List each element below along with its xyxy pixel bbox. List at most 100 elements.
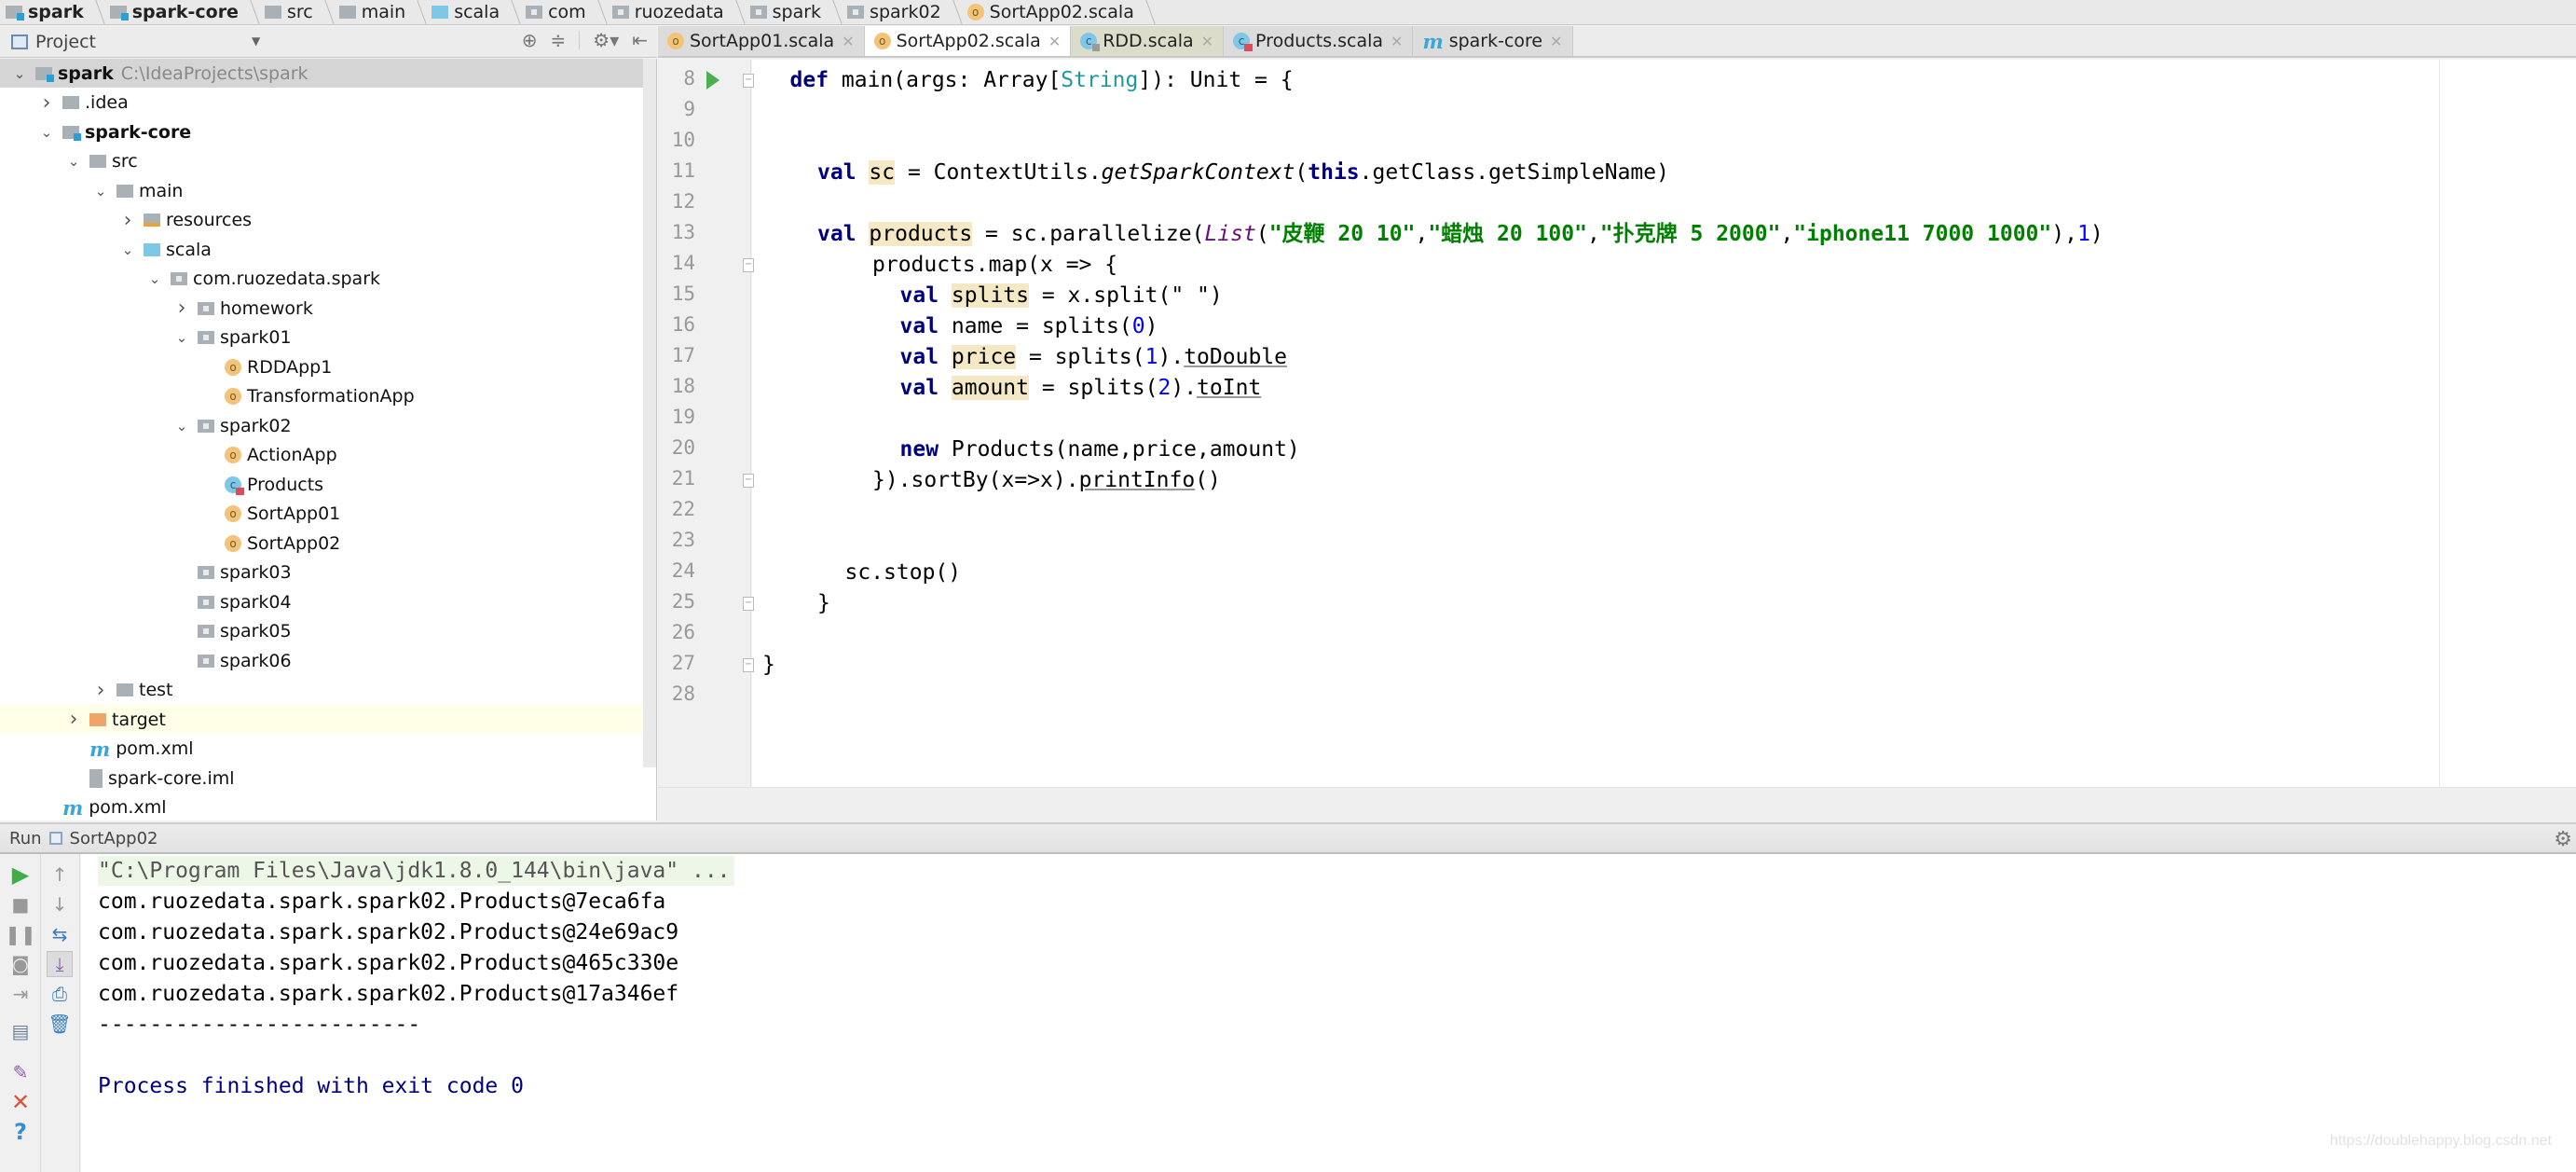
chevron-right-icon[interactable]: › xyxy=(36,91,57,115)
tree-item[interactable]: o SortApp02 xyxy=(0,529,643,558)
close-icon[interactable]: ✕ xyxy=(7,1089,34,1115)
tree-item[interactable]: › test xyxy=(0,676,643,705)
settings-icon[interactable]: ⚙▾ xyxy=(593,29,619,51)
fold-close-icon[interactable]: − xyxy=(743,597,754,611)
trash-icon[interactable]: 🗑 xyxy=(47,1011,73,1037)
tree-item[interactable]: o ActionApp xyxy=(0,441,643,470)
run-config-tab[interactable]: SortApp02 xyxy=(48,829,158,848)
tree-item[interactable]: o TransformationApp xyxy=(0,382,643,411)
fold-open-icon[interactable]: − xyxy=(743,74,754,88)
tree-item[interactable]: ⌄ spark C:\IdeaProjects\spark xyxy=(0,59,643,88)
code-token: products.map(x => { xyxy=(872,253,1118,277)
fold-open-icon[interactable]: − xyxy=(743,258,754,272)
breadcrumb-item[interactable]: com xyxy=(520,0,607,24)
tree-item[interactable]: › target xyxy=(0,705,643,734)
tree-item-label: target xyxy=(112,709,166,730)
chevron-down-icon[interactable]: ▼ xyxy=(252,34,260,48)
fold-close-icon[interactable]: − xyxy=(743,474,754,488)
locate-icon[interactable]: ⊕ xyxy=(522,29,538,51)
pin-icon[interactable]: ✎ xyxy=(7,1059,34,1085)
breadcrumb-item[interactable]: spark02 xyxy=(842,0,962,24)
tree-item[interactable]: spark03 xyxy=(0,558,643,587)
scroll-up-icon[interactable]: ↑ xyxy=(47,862,73,888)
run-config-icon xyxy=(48,832,62,845)
tree-item[interactable]: c Products xyxy=(0,470,643,499)
breadcrumb-item[interactable]: o SortApp02.scala xyxy=(962,0,1155,24)
package-icon xyxy=(198,566,214,579)
tree-item[interactable]: ⌄ spark02 xyxy=(0,411,643,440)
tree-item[interactable]: spark06 xyxy=(0,646,643,675)
breadcrumb-label: ruozedata xyxy=(634,2,724,22)
collapse-all-icon[interactable]: ≑ xyxy=(551,29,567,51)
dump-threads-icon[interactable]: ◙ xyxy=(7,951,34,977)
tree-item[interactable]: ⌄ main xyxy=(0,176,643,205)
project-view-selector[interactable]: Project xyxy=(35,32,96,52)
scala-object-icon: o xyxy=(667,33,684,49)
editor-tab[interactable]: o SortApp01.scala ✕ xyxy=(658,26,865,56)
chevron-down-icon[interactable]: ⌄ xyxy=(9,65,30,82)
hide-panel-icon[interactable]: ⇤ xyxy=(632,29,648,51)
tree-item-label: resources xyxy=(166,210,253,230)
tree-item[interactable]: spark-core.iml xyxy=(0,764,643,793)
run-gutter-icon[interactable] xyxy=(706,71,719,90)
line-number: 22 xyxy=(671,498,695,520)
chevron-down-icon[interactable]: ⌄ xyxy=(36,124,57,141)
gear-icon[interactable]: ⚙ xyxy=(2554,828,2572,851)
help-icon[interactable]: ? xyxy=(7,1119,34,1145)
tree-item[interactable]: ⌄ scala xyxy=(0,235,643,264)
tree-item[interactable]: ⌄ com.ruozedata.spark xyxy=(0,265,643,294)
rerun-icon[interactable]: ▶ xyxy=(7,862,34,888)
tree-item[interactable]: m pom.xml xyxy=(0,793,643,821)
chevron-right-icon[interactable]: › xyxy=(117,209,138,232)
scroll-to-end-icon[interactable]: ⤓ xyxy=(47,951,73,977)
close-tab-icon[interactable]: ✕ xyxy=(1391,33,1403,50)
editor-tab[interactable]: m spark-core ✕ xyxy=(1413,26,1573,56)
tree-item[interactable]: › homework xyxy=(0,294,643,323)
tree-item[interactable]: m pom.xml xyxy=(0,735,643,764)
breadcrumb-item[interactable]: main xyxy=(334,0,426,24)
chevron-right-icon[interactable]: › xyxy=(90,679,111,702)
tree-item[interactable]: spark04 xyxy=(0,587,643,616)
tree-item[interactable]: ⌄ spark01 xyxy=(0,324,643,352)
chevron-right-icon[interactable]: › xyxy=(171,296,192,320)
scroll-down-icon[interactable]: ↓ xyxy=(47,891,73,917)
chevron-down-icon[interactable]: ⌄ xyxy=(117,241,138,258)
close-tab-icon[interactable]: ✕ xyxy=(842,33,854,50)
tree-item[interactable]: ⌄ spark-core xyxy=(0,117,643,146)
close-tab-icon[interactable]: ✕ xyxy=(1048,33,1061,50)
code-token: "iphone11 7000 1000" xyxy=(1793,222,2052,246)
tree-item[interactable]: o SortApp01 xyxy=(0,500,643,529)
close-tab-icon[interactable]: ✕ xyxy=(1550,33,1562,50)
tree-item-label: Products xyxy=(247,474,324,495)
editor-tab[interactable]: o SortApp02.scala ✕ xyxy=(864,26,1072,56)
tree-item[interactable]: spark05 xyxy=(0,617,643,646)
fold-close-icon[interactable]: − xyxy=(743,658,754,672)
soft-wrap-icon[interactable]: ⇆ xyxy=(47,921,73,947)
layout-icon[interactable]: ▤ xyxy=(7,1018,34,1044)
tree-item[interactable]: ⌄ src xyxy=(0,147,643,176)
breadcrumb-item[interactable]: ruozedata xyxy=(607,0,745,24)
pause-icon[interactable]: ❚❚ xyxy=(5,921,36,947)
exit-icon[interactable]: ⇥ xyxy=(7,981,34,1007)
close-tab-icon[interactable]: ✕ xyxy=(1201,33,1213,50)
editor-tab[interactable]: c RDD.scala ✕ xyxy=(1071,26,1225,56)
breadcrumb-item[interactable]: scala xyxy=(426,0,520,24)
chevron-down-icon[interactable]: ⌄ xyxy=(90,183,111,200)
chevron-right-icon[interactable]: › xyxy=(63,708,84,731)
breadcrumb-item[interactable]: spark xyxy=(745,0,842,24)
chevron-down-icon[interactable]: ⌄ xyxy=(171,329,192,346)
tree-item[interactable]: › resources xyxy=(0,206,643,235)
tree-item[interactable]: › .idea xyxy=(0,89,643,117)
tree-scrollbar[interactable] xyxy=(643,59,656,767)
stop-icon[interactable]: ■ xyxy=(7,891,34,917)
chevron-down-icon[interactable]: ⌄ xyxy=(171,418,192,434)
breadcrumb-item[interactable]: spark-core xyxy=(104,0,259,24)
breadcrumb-item[interactable]: spark xyxy=(0,0,104,24)
chevron-down-icon[interactable]: ⌄ xyxy=(144,270,165,287)
breadcrumb-item[interactable]: src xyxy=(259,0,334,24)
editor-tab[interactable]: c Products.scala ✕ xyxy=(1224,26,1414,56)
tree-item[interactable]: o RDDApp1 xyxy=(0,352,643,381)
print-icon[interactable]: ⎙ xyxy=(47,981,73,1007)
chevron-down-icon[interactable]: ⌄ xyxy=(63,153,84,170)
